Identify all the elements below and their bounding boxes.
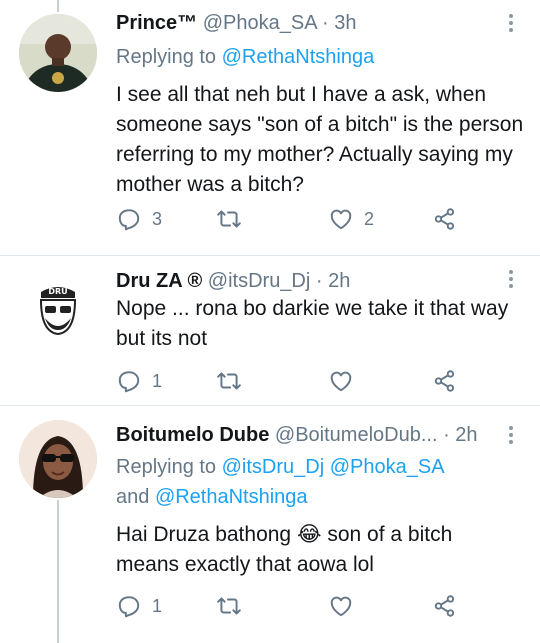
avatar-image	[19, 14, 97, 92]
retweet-icon	[217, 210, 241, 228]
thread-line	[57, 500, 59, 643]
action-bar: 1	[116, 368, 476, 398]
handle[interactable]: @itsDru_Dj	[208, 270, 311, 292]
share-icon	[434, 208, 455, 230]
separator: ·	[310, 270, 329, 292]
handle[interactable]: @BoitumeloDub...	[275, 424, 438, 446]
tweet-header: Boitumelo Dube @BoitumeloDub... · 2h	[116, 422, 478, 448]
tweet-3[interactable]: Boitumelo Dube @BoitumeloDub... · 2h Rep…	[0, 406, 540, 643]
tweet-text-part: Hai Druza bathong	[116, 523, 297, 546]
display-name[interactable]: Boitumelo Dube	[116, 424, 269, 446]
tweet-text: I see all that neh but I have a ask, whe…	[116, 83, 524, 196]
share-icon	[434, 370, 455, 392]
retweet-icon	[217, 597, 241, 615]
share-button[interactable]	[432, 206, 458, 232]
like-button[interactable]	[328, 368, 364, 394]
tweet-2[interactable]: DRU Dru ZA ® @itsDru_Dj · 2h Nope ... ro…	[0, 256, 540, 405]
reply-count: 1	[152, 370, 163, 391]
like-icon	[330, 209, 352, 230]
replying-to: Replying to @itsDru_Dj @Phoka_SA and @Re…	[116, 452, 445, 512]
timestamp[interactable]: 3h	[334, 12, 356, 34]
retweet-icon	[217, 372, 241, 390]
emoji: 😂	[296, 523, 322, 546]
timestamp[interactable]: 2h	[328, 270, 350, 292]
timestamp[interactable]: 2h	[455, 424, 477, 446]
more-menu-icon[interactable]	[508, 14, 514, 32]
replying-prefix: Replying to	[116, 456, 222, 478]
tweet-header: Prince™ @Phoka_SA · 3h	[116, 10, 356, 36]
share-button[interactable]	[432, 368, 458, 394]
display-name[interactable]: Dru ZA ®	[116, 270, 202, 292]
retweet-button[interactable]	[216, 368, 242, 394]
avatar-image	[19, 420, 97, 498]
reply-button[interactable]: 1	[116, 368, 162, 394]
tweet-1[interactable]: Prince™ @Phoka_SA · 3h Replying to @Reth…	[0, 0, 540, 255]
reply-button[interactable]: 3	[116, 206, 162, 232]
display-name[interactable]: Prince™	[116, 12, 197, 34]
share-button[interactable]	[432, 593, 458, 619]
like-icon	[330, 371, 352, 392]
tweet-header: Dru ZA ® @itsDru_Dj · 2h	[116, 268, 350, 294]
avatar-logo-text: DRU	[48, 287, 67, 296]
share-icon	[434, 595, 455, 617]
separator: ·	[316, 12, 335, 34]
handle[interactable]: @Phoka_SA	[203, 12, 317, 34]
replying-to: Replying to @RethaNtshinga	[116, 42, 374, 72]
reply-icon	[118, 596, 140, 618]
action-bar: 3 2	[116, 206, 476, 236]
like-button[interactable]: 2	[328, 206, 374, 232]
replying-and: and	[116, 486, 155, 508]
reply-count: 1	[152, 595, 163, 616]
reply-icon	[118, 371, 140, 393]
more-menu-icon[interactable]	[508, 270, 514, 288]
separator: ·	[437, 424, 456, 446]
avatar[interactable]	[19, 420, 97, 498]
like-button[interactable]	[328, 593, 364, 619]
action-bar: 1	[116, 593, 476, 623]
retweet-button[interactable]	[216, 593, 242, 619]
mention-link[interactable]: @RethaNtshinga	[222, 46, 375, 68]
reply-count: 3	[152, 208, 163, 229]
tweet-text: Hai Druza bathong 😂 son of a bitch means…	[116, 520, 496, 580]
like-icon	[330, 596, 352, 617]
reply-button[interactable]: 1	[116, 593, 162, 619]
like-count: 2	[364, 208, 375, 229]
avatar[interactable]: DRU	[19, 268, 97, 346]
reply-icon	[118, 209, 140, 231]
mention-link[interactable]: @Phoka_SA	[330, 456, 445, 478]
avatar[interactable]	[19, 14, 97, 92]
more-menu-icon[interactable]	[508, 426, 514, 444]
mention-link[interactable]: @RethaNtshinga	[155, 486, 308, 508]
avatar-image: DRU	[19, 268, 97, 346]
replying-prefix: Replying to	[116, 46, 222, 68]
retweet-button[interactable]	[216, 206, 242, 232]
mention-link[interactable]: @itsDru_Dj	[222, 456, 325, 478]
tweet-text: Nope ... rona bo darkie we take it that …	[116, 297, 509, 350]
